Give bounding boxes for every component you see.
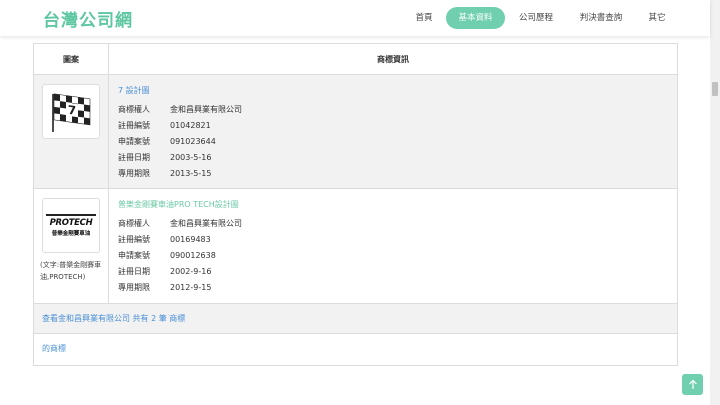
header-image: 圖案 (34, 44, 109, 74)
trademark-title[interactable]: 7 設計圖 (118, 85, 150, 96)
protech-logo: PROTECH 普樂金剛賽車油 (44, 214, 98, 237)
table-row: 7 7 設計圖 商標權人 金和昌興業有限公司 註冊編號 01042821 申請案號 0… (34, 75, 677, 189)
field-reg-no: 註冊編號 00169483 (118, 235, 211, 244)
back-to-top-button[interactable] (682, 374, 703, 395)
field-app-no: 申請案號 091023644 (118, 137, 216, 146)
field-owner: 商標權人 金和昌興業有限公司 (118, 105, 242, 114)
trademark-caption: (文字:普樂金剛賽車油,PROTECH) (40, 261, 102, 281)
protech-logo-text: PROTECH (49, 218, 93, 228)
nav-other[interactable]: 其它 (640, 7, 674, 29)
table-row: PROTECH 普樂金剛賽車油 (文字:普樂金剛賽車油,PROTECH) 普樂金… (34, 189, 677, 304)
field-reg-no: 註冊編號 01042821 (118, 121, 211, 130)
arrow-up-icon (688, 379, 697, 389)
view-all-trademarks-link[interactable]: 查看金和昌興業有限公司 共有 2 筆 商標 (42, 313, 185, 324)
nav-home[interactable]: 首頁 (406, 7, 442, 29)
trademark-image-checkered-flag[interactable]: 7 (42, 84, 100, 139)
scroll-thumb[interactable] (712, 82, 718, 96)
main-nav: 首頁 基本資料 公司歷程 判決書查詢 其它 (0, 7, 710, 29)
field-owner: 商標權人 金和昌興業有限公司 (118, 219, 242, 228)
table-header-row: 圖案 商標資訊 (34, 44, 677, 75)
page-scrollbar[interactable] (710, 0, 720, 405)
trademark-title[interactable]: 普樂金剛賽車油PRO TECH設計圖 (118, 199, 239, 210)
field-expiry: 專用期限 2012-9-15 (118, 283, 212, 292)
field-reg-date: 註冊日期 2002-9-16 (118, 267, 212, 276)
svg-text:7: 7 (68, 102, 76, 117)
field-app-no: 申請案號 090012638 (118, 251, 216, 260)
table-footer-row: 查看金和昌興業有限公司 共有 2 筆 商標 (34, 304, 677, 334)
table-footer-row: 的商標 (34, 334, 677, 365)
nav-basic-info[interactable]: 基本資料 (446, 7, 505, 29)
protech-logo-subtext: 普樂金剛賽車油 (51, 231, 91, 237)
nav-company-history[interactable]: 公司歷程 (510, 7, 562, 29)
site-header: 台灣公司網 首頁 基本資料 公司歷程 判決書查詢 其它 (0, 0, 710, 36)
trademark-image-protech[interactable]: PROTECH 普樂金剛賽車油 (42, 198, 100, 253)
field-expiry: 專用期限 2013-5-15 (118, 169, 212, 178)
header-info: 商標資訊 (377, 54, 409, 64)
nav-judgment-search[interactable]: 判決書查詢 (572, 7, 630, 29)
field-reg-date: 註冊日期 2003-5-16 (118, 153, 212, 162)
trademark-table: 圖案 商標資訊 7 7 設計圖 商標權人 金和昌興業有限公司 註冊編號 0104… (33, 43, 678, 366)
trademarks-link[interactable]: 的商標 (42, 343, 66, 354)
checkered-flag-icon: 7 (52, 93, 91, 132)
